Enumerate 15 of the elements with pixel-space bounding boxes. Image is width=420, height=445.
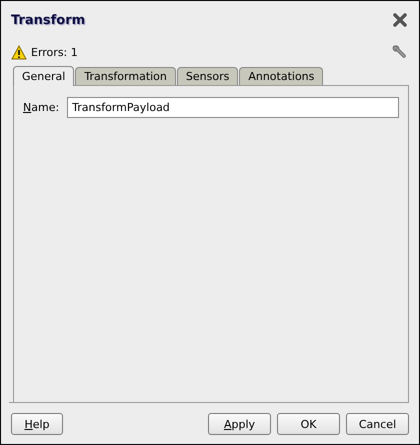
warning-icon	[11, 44, 27, 60]
tab[interactable]: Annotations	[239, 67, 324, 85]
error-count: Errors: 1	[31, 46, 78, 58]
dialog-button[interactable]: Help	[11, 413, 63, 435]
close-icon[interactable]	[393, 13, 407, 27]
tab[interactable]: Transformation	[75, 67, 176, 85]
tab[interactable]: General	[13, 66, 74, 86]
dialog-button[interactable]: Cancel	[346, 413, 409, 435]
dialog-button[interactable]: OK	[277, 413, 340, 435]
name-field[interactable]: TransformPayload	[67, 97, 399, 118]
tab[interactable]: Sensors	[176, 67, 238, 85]
wrench-icon[interactable]	[391, 44, 407, 60]
dialog-button[interactable]: Apply	[208, 413, 271, 435]
field-label: Name:	[23, 101, 60, 114]
window-title: Transform	[11, 12, 86, 28]
